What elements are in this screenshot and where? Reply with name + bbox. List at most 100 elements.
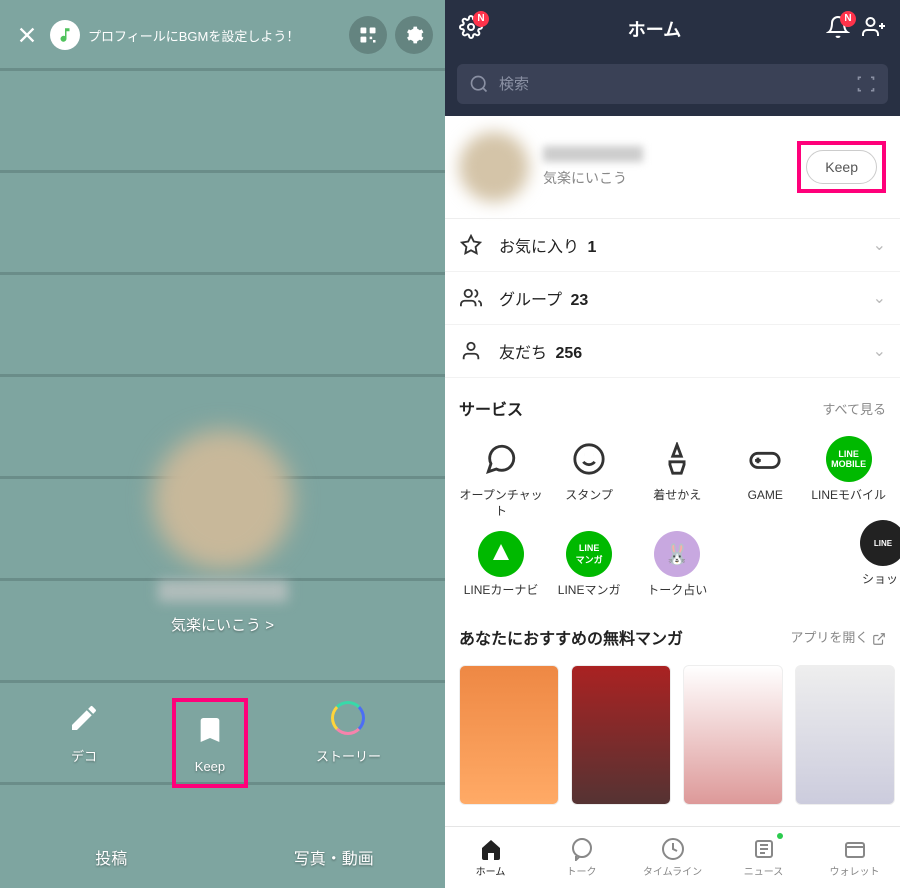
tab-post[interactable]: 投稿 (0, 826, 223, 888)
service-label: LINEカーナビ (459, 583, 543, 599)
groups-label: グループ (499, 292, 562, 309)
manga-cover[interactable] (683, 665, 783, 805)
friends-count: 256 (555, 345, 582, 362)
wallet-icon (843, 837, 867, 861)
chevron-down-icon: ⌄ (873, 235, 886, 255)
open-app-link[interactable]: アプリを開く (790, 627, 886, 646)
close-button[interactable] (12, 20, 42, 50)
chevron-down-icon: ⌄ (873, 341, 886, 361)
services-title: サービス (459, 396, 523, 420)
profile-screen: プロフィールにBGMを設定しよう！ 気楽にいこう > デコ Keep ストーリー… (0, 0, 445, 888)
search-input-wrap[interactable] (457, 64, 888, 104)
service-fortune[interactable]: 🐰 トーク占い (635, 531, 719, 599)
service-manga[interactable]: LINEマンガ LINEマンガ (547, 531, 631, 599)
qr-button[interactable] (349, 16, 387, 54)
avatar[interactable] (153, 430, 293, 570)
scan-icon[interactable] (856, 74, 876, 94)
see-all-link[interactable]: すべて見る (822, 399, 886, 418)
manga-cover[interactable] (795, 665, 895, 805)
manga-title: あなたにおすすめの無料マンガ (459, 625, 683, 649)
service-label: 着せかえ (635, 488, 719, 504)
service-label: スタンプ (547, 488, 631, 504)
manga-carousel[interactable] (445, 657, 900, 813)
service-game[interactable]: GAME (723, 436, 807, 519)
star-icon (459, 234, 483, 256)
service-label: トーク占い (635, 583, 719, 599)
page-title: ホーム (628, 16, 681, 42)
fortune-icon: 🐰 (654, 531, 700, 577)
service-stamp[interactable]: スタンプ (547, 436, 631, 519)
favorites-row[interactable]: お気に入り 1 ⌄ (445, 219, 900, 272)
keep-label: Keep (195, 759, 225, 774)
nav-talk[interactable]: トーク (536, 827, 627, 888)
avatar (459, 132, 529, 202)
profile-avatar-section: 気楽にいこう > (153, 430, 293, 635)
music-icon (50, 20, 80, 50)
service-label: LINEモバイル (811, 488, 886, 504)
profile-header: プロフィールにBGMを設定しよう！ (0, 0, 445, 70)
nav-label: ホーム (476, 863, 506, 878)
settings-button[interactable]: N (459, 15, 483, 44)
bgm-tip-text[interactable]: プロフィールにBGMを設定しよう！ (88, 26, 341, 45)
favorites-label: お気に入り (499, 239, 579, 256)
nav-label: ウォレット (830, 863, 880, 878)
chat-bubble-icon (478, 436, 524, 482)
profile-name (543, 146, 643, 162)
services-grid: オープンチャット スタンプ 着せかえ GAME LINEMOBILE LINEモ… (445, 428, 900, 607)
service-label: ショッ (860, 572, 900, 588)
service-openchat[interactable]: オープンチャット (459, 436, 543, 519)
favorites-count: 1 (587, 239, 596, 256)
profile-bottom-tabs: 投稿 写真・動画 (0, 826, 445, 888)
home-header: N ホーム N (445, 0, 900, 58)
my-profile-row[interactable]: 気楽にいこう Keep (445, 116, 900, 219)
search-icon (469, 74, 489, 94)
deco-button[interactable]: デコ (64, 698, 104, 788)
nav-label: ニュース (744, 863, 784, 878)
profile-name (158, 580, 288, 602)
keep-button[interactable]: Keep (806, 150, 877, 184)
profile-status-text: 気楽にいこう (543, 168, 783, 188)
talk-icon (570, 837, 594, 861)
nav-news[interactable]: ニュース (718, 827, 809, 888)
news-icon (752, 837, 776, 861)
shopping-icon[interactable]: LINE (860, 520, 900, 566)
nav-label: タイムライン (643, 863, 702, 878)
person-icon (459, 340, 483, 362)
bottom-nav: ホーム トーク タイムライン ニュース ウォレット (445, 826, 900, 888)
profile-status[interactable]: 気楽にいこう > (153, 614, 293, 635)
service-label: オープンチャット (459, 488, 543, 519)
story-ring-icon (328, 698, 368, 738)
service-mobile[interactable]: LINEMOBILE LINEモバイル (811, 436, 886, 519)
friends-label: 友だち (499, 345, 547, 362)
service-label: GAME (723, 488, 807, 504)
story-button[interactable]: ストーリー (316, 698, 381, 788)
groups-row[interactable]: グループ 23 ⌄ (445, 272, 900, 325)
clock-icon (661, 837, 685, 861)
settings-button[interactable] (395, 16, 433, 54)
service-carnavi[interactable]: LINEカーナビ (459, 531, 543, 599)
game-icon (742, 436, 788, 482)
nav-label: トーク (567, 863, 597, 878)
manga-cover[interactable] (459, 665, 559, 805)
pencil-icon (64, 698, 104, 738)
service-label: LINEマンガ (547, 583, 631, 599)
chevron-down-icon: ⌄ (873, 288, 886, 308)
nav-home[interactable]: ホーム (445, 827, 536, 888)
line-mobile-icon: LINEMOBILE (826, 436, 872, 482)
nav-wallet[interactable]: ウォレット (809, 827, 900, 888)
notifications-button[interactable]: N (826, 15, 850, 44)
service-theme[interactable]: 着せかえ (635, 436, 719, 519)
brush-icon (654, 436, 700, 482)
keep-highlight: Keep (797, 141, 886, 193)
search-bar (445, 58, 900, 116)
keep-button[interactable]: Keep (172, 698, 248, 788)
groups-count: 23 (571, 292, 589, 309)
story-label: ストーリー (316, 749, 381, 764)
manga-cover[interactable] (571, 665, 671, 805)
friends-row[interactable]: 友だち 256 ⌄ (445, 325, 900, 378)
add-friend-button[interactable] (862, 15, 886, 44)
search-field[interactable] (499, 76, 846, 93)
nav-timeline[interactable]: タイムライン (627, 827, 718, 888)
tab-photo-video[interactable]: 写真・動画 (223, 826, 446, 888)
carnavi-icon (478, 531, 524, 577)
